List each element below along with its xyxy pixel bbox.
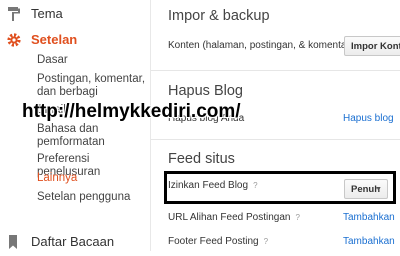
section-title-feed: Feed situs xyxy=(168,151,235,167)
sidebar-item-daftar-bacaan[interactable]: Daftar Bacaan xyxy=(0,228,150,256)
section-title-import-backup: Impor & backup xyxy=(168,8,270,24)
row-label-feed-redirect: URL Alihan Feed Postingan xyxy=(168,212,291,223)
sidebar-item-label: Tema xyxy=(31,6,63,21)
help-icon[interactable]: ? xyxy=(296,213,300,222)
section-title-delete-blog: Hapus Blog xyxy=(168,83,243,99)
row-feed-footer: Footer Feed Posting? xyxy=(168,236,268,247)
watermark-text: http://helmykkediri.com/ xyxy=(22,101,241,122)
feed-footer-add-link[interactable]: Tambahkan xyxy=(343,236,395,247)
row-feed-redirect: URL Alihan Feed Postingan? xyxy=(168,212,300,223)
sidebar-item-tema[interactable]: Tema xyxy=(0,0,150,28)
delete-blog-link[interactable]: Hapus blog xyxy=(343,113,394,124)
feed-redirect-add-link[interactable]: Tambahkan xyxy=(343,212,395,223)
section-divider xyxy=(151,70,400,71)
sidebar-item-setelan[interactable]: Setelan xyxy=(0,26,150,54)
sidebar-subitem-postingan[interactable]: Postingan, komentar, dan berbagi xyxy=(37,73,149,99)
import-content-button[interactable]: Impor Konten xyxy=(344,36,400,56)
row-label-feed-footer: Footer Feed Posting xyxy=(168,236,259,247)
sidebar-item-label: Setelan xyxy=(31,32,78,47)
sidebar: Tema Setelan Dasar Postingan, komentar, … xyxy=(0,0,150,251)
gear-icon xyxy=(6,32,22,48)
sidebar-subitem-dasar[interactable]: Dasar xyxy=(37,54,68,67)
sidebar-item-label: Daftar Bacaan xyxy=(31,234,115,249)
sidebar-subitem-bahasa[interactable]: Bahasa dan pemformatan xyxy=(37,123,137,149)
sidebar-subitem-lainnya[interactable]: Lainnya xyxy=(37,172,77,185)
paint-roller-icon xyxy=(6,6,22,22)
section-divider xyxy=(151,139,400,140)
help-icon[interactable]: ? xyxy=(264,237,268,246)
bookmark-icon xyxy=(6,234,22,250)
settings-panel: Impor & backup Konten (halaman, postinga… xyxy=(151,0,400,251)
sidebar-subitem-setelan-pengguna[interactable]: Setelan pengguna xyxy=(37,191,130,204)
row-label-konten: Konten (halaman, postingan, & komentar) xyxy=(168,40,354,51)
annotation-highlight-box xyxy=(164,171,396,204)
